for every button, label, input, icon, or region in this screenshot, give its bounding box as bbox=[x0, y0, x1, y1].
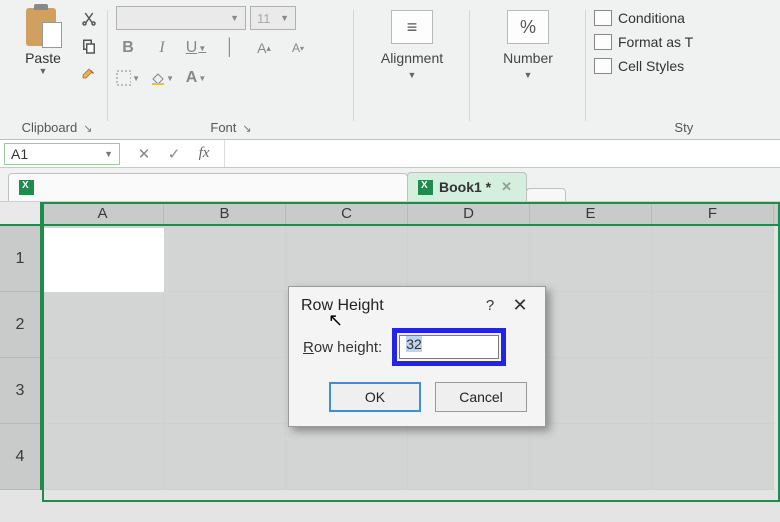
grow-font-button[interactable]: A▴ bbox=[252, 36, 276, 60]
conditional-formatting-icon bbox=[594, 10, 612, 26]
dialog-launcher-icon[interactable]: ↘ bbox=[83, 123, 92, 135]
paste-button[interactable]: Paste ▼ bbox=[14, 4, 72, 76]
alignment-group: ≡ Alignment ▼ bbox=[354, 4, 470, 139]
format-painter-button[interactable] bbox=[78, 64, 100, 86]
alignment-icon[interactable]: ≡ bbox=[391, 10, 433, 44]
row-header[interactable]: 4 bbox=[0, 424, 40, 490]
formula-input[interactable] bbox=[224, 140, 780, 167]
border-bottom-icon: │ bbox=[218, 36, 242, 60]
workbook-tab-blank[interactable] bbox=[8, 173, 408, 201]
chevron-down-icon[interactable]: ▼ bbox=[39, 66, 48, 76]
cancel-button[interactable]: Cancel bbox=[435, 382, 527, 412]
shrink-font-button[interactable]: A▾ bbox=[286, 36, 310, 60]
ribbon: Paste ▼ Clipboard↘ ▼ 11▼ B I U▼ │ A▴ A bbox=[0, 0, 780, 140]
chevron-down-icon: ▼ bbox=[230, 13, 239, 23]
cell-styles-icon bbox=[594, 58, 612, 74]
conditional-formatting-button[interactable]: Conditiona bbox=[594, 10, 693, 26]
row-height-dialog: Row Height ? ✕ Row height: 32 OK Cancel bbox=[288, 286, 546, 427]
number-group: % Number ▼ bbox=[470, 4, 586, 139]
styles-group: Conditiona Format as T Cell Styles Sty bbox=[586, 4, 693, 139]
format-as-table-button[interactable]: Format as T bbox=[594, 34, 693, 50]
name-box-value: A1 bbox=[11, 146, 28, 162]
column-headers: A B C D E F bbox=[42, 202, 780, 226]
number-label: Number bbox=[503, 50, 553, 66]
help-button[interactable]: ? bbox=[475, 297, 505, 314]
clipboard-group-label: Clipboard bbox=[22, 120, 78, 135]
workbook-tabs: Book1 * ✕ bbox=[0, 168, 780, 202]
column-header[interactable]: E bbox=[530, 202, 652, 224]
commit-formula-button[interactable]: ✓ bbox=[164, 145, 184, 163]
font-group: ▼ 11▼ B I U▼ │ A▴ A▾ ▼ ▼ A▼ Font ↘ bbox=[108, 4, 354, 139]
font-group-label: Font bbox=[210, 120, 236, 135]
chevron-down-icon[interactable]: ▼ bbox=[408, 70, 417, 80]
ok-button[interactable]: OK bbox=[329, 382, 421, 412]
cancel-formula-button[interactable]: ✕ bbox=[134, 145, 154, 163]
copy-button[interactable] bbox=[78, 36, 100, 58]
italic-button[interactable]: I bbox=[150, 36, 174, 60]
column-header[interactable]: A bbox=[42, 202, 164, 224]
close-icon[interactable]: ✕ bbox=[501, 179, 512, 195]
highlight-box: 32 bbox=[392, 328, 506, 366]
column-header[interactable]: D bbox=[408, 202, 530, 224]
row-header[interactable]: 2 bbox=[0, 292, 40, 358]
name-box[interactable]: A1 ▼ bbox=[4, 143, 120, 165]
insert-function-button[interactable]: fx bbox=[194, 145, 214, 163]
paste-icon bbox=[24, 4, 62, 48]
underline-button[interactable]: U▼ bbox=[184, 36, 208, 60]
row-header[interactable]: 3 bbox=[0, 358, 40, 424]
alignment-label: Alignment bbox=[381, 50, 443, 66]
borders-button[interactable]: ▼ bbox=[116, 66, 140, 90]
excel-file-icon bbox=[19, 180, 34, 195]
dialog-launcher-icon[interactable]: ↘ bbox=[242, 123, 251, 135]
column-header[interactable]: B bbox=[164, 202, 286, 224]
styles-group-label: Sty bbox=[674, 120, 693, 135]
font-name-combo[interactable]: ▼ bbox=[116, 6, 246, 30]
percent-icon[interactable]: % bbox=[507, 10, 549, 44]
chevron-down-icon[interactable]: ▼ bbox=[524, 70, 533, 80]
chevron-down-icon[interactable]: ▼ bbox=[104, 149, 113, 159]
row-headers: 1 2 3 4 bbox=[0, 226, 42, 490]
column-header[interactable]: C bbox=[286, 202, 408, 224]
workbook-tab-label: Book1 * bbox=[439, 179, 491, 195]
table-icon bbox=[594, 34, 612, 50]
paste-label: Paste bbox=[25, 50, 61, 66]
row-height-input[interactable]: 32 bbox=[399, 335, 499, 359]
formula-bar-row: A1 ▼ ✕ ✓ fx bbox=[0, 140, 780, 168]
workbook-tab-active[interactable]: Book1 * ✕ bbox=[407, 172, 527, 201]
workbook-tab-empty[interactable] bbox=[526, 188, 566, 201]
row-header[interactable]: 1 bbox=[0, 226, 40, 292]
row-height-label: Row height: bbox=[303, 339, 382, 356]
clipboard-group: Paste ▼ Clipboard ↘ bbox=[6, 4, 108, 139]
dialog-title: Row Height bbox=[301, 297, 384, 315]
font-size-combo[interactable]: 11▼ bbox=[250, 6, 296, 30]
column-header[interactable]: F bbox=[652, 202, 774, 224]
select-all-corner[interactable] bbox=[0, 202, 42, 226]
cell-styles-button[interactable]: Cell Styles bbox=[594, 58, 693, 74]
bold-button[interactable]: B bbox=[116, 36, 140, 60]
cut-button[interactable] bbox=[78, 8, 100, 30]
active-cell[interactable] bbox=[44, 228, 164, 292]
chevron-down-icon: ▼ bbox=[280, 13, 289, 23]
excel-file-icon bbox=[418, 180, 433, 195]
close-button[interactable]: ✕ bbox=[505, 295, 535, 316]
font-color-button[interactable]: A▼ bbox=[184, 66, 208, 90]
fill-color-button[interactable]: ▼ bbox=[150, 66, 174, 90]
